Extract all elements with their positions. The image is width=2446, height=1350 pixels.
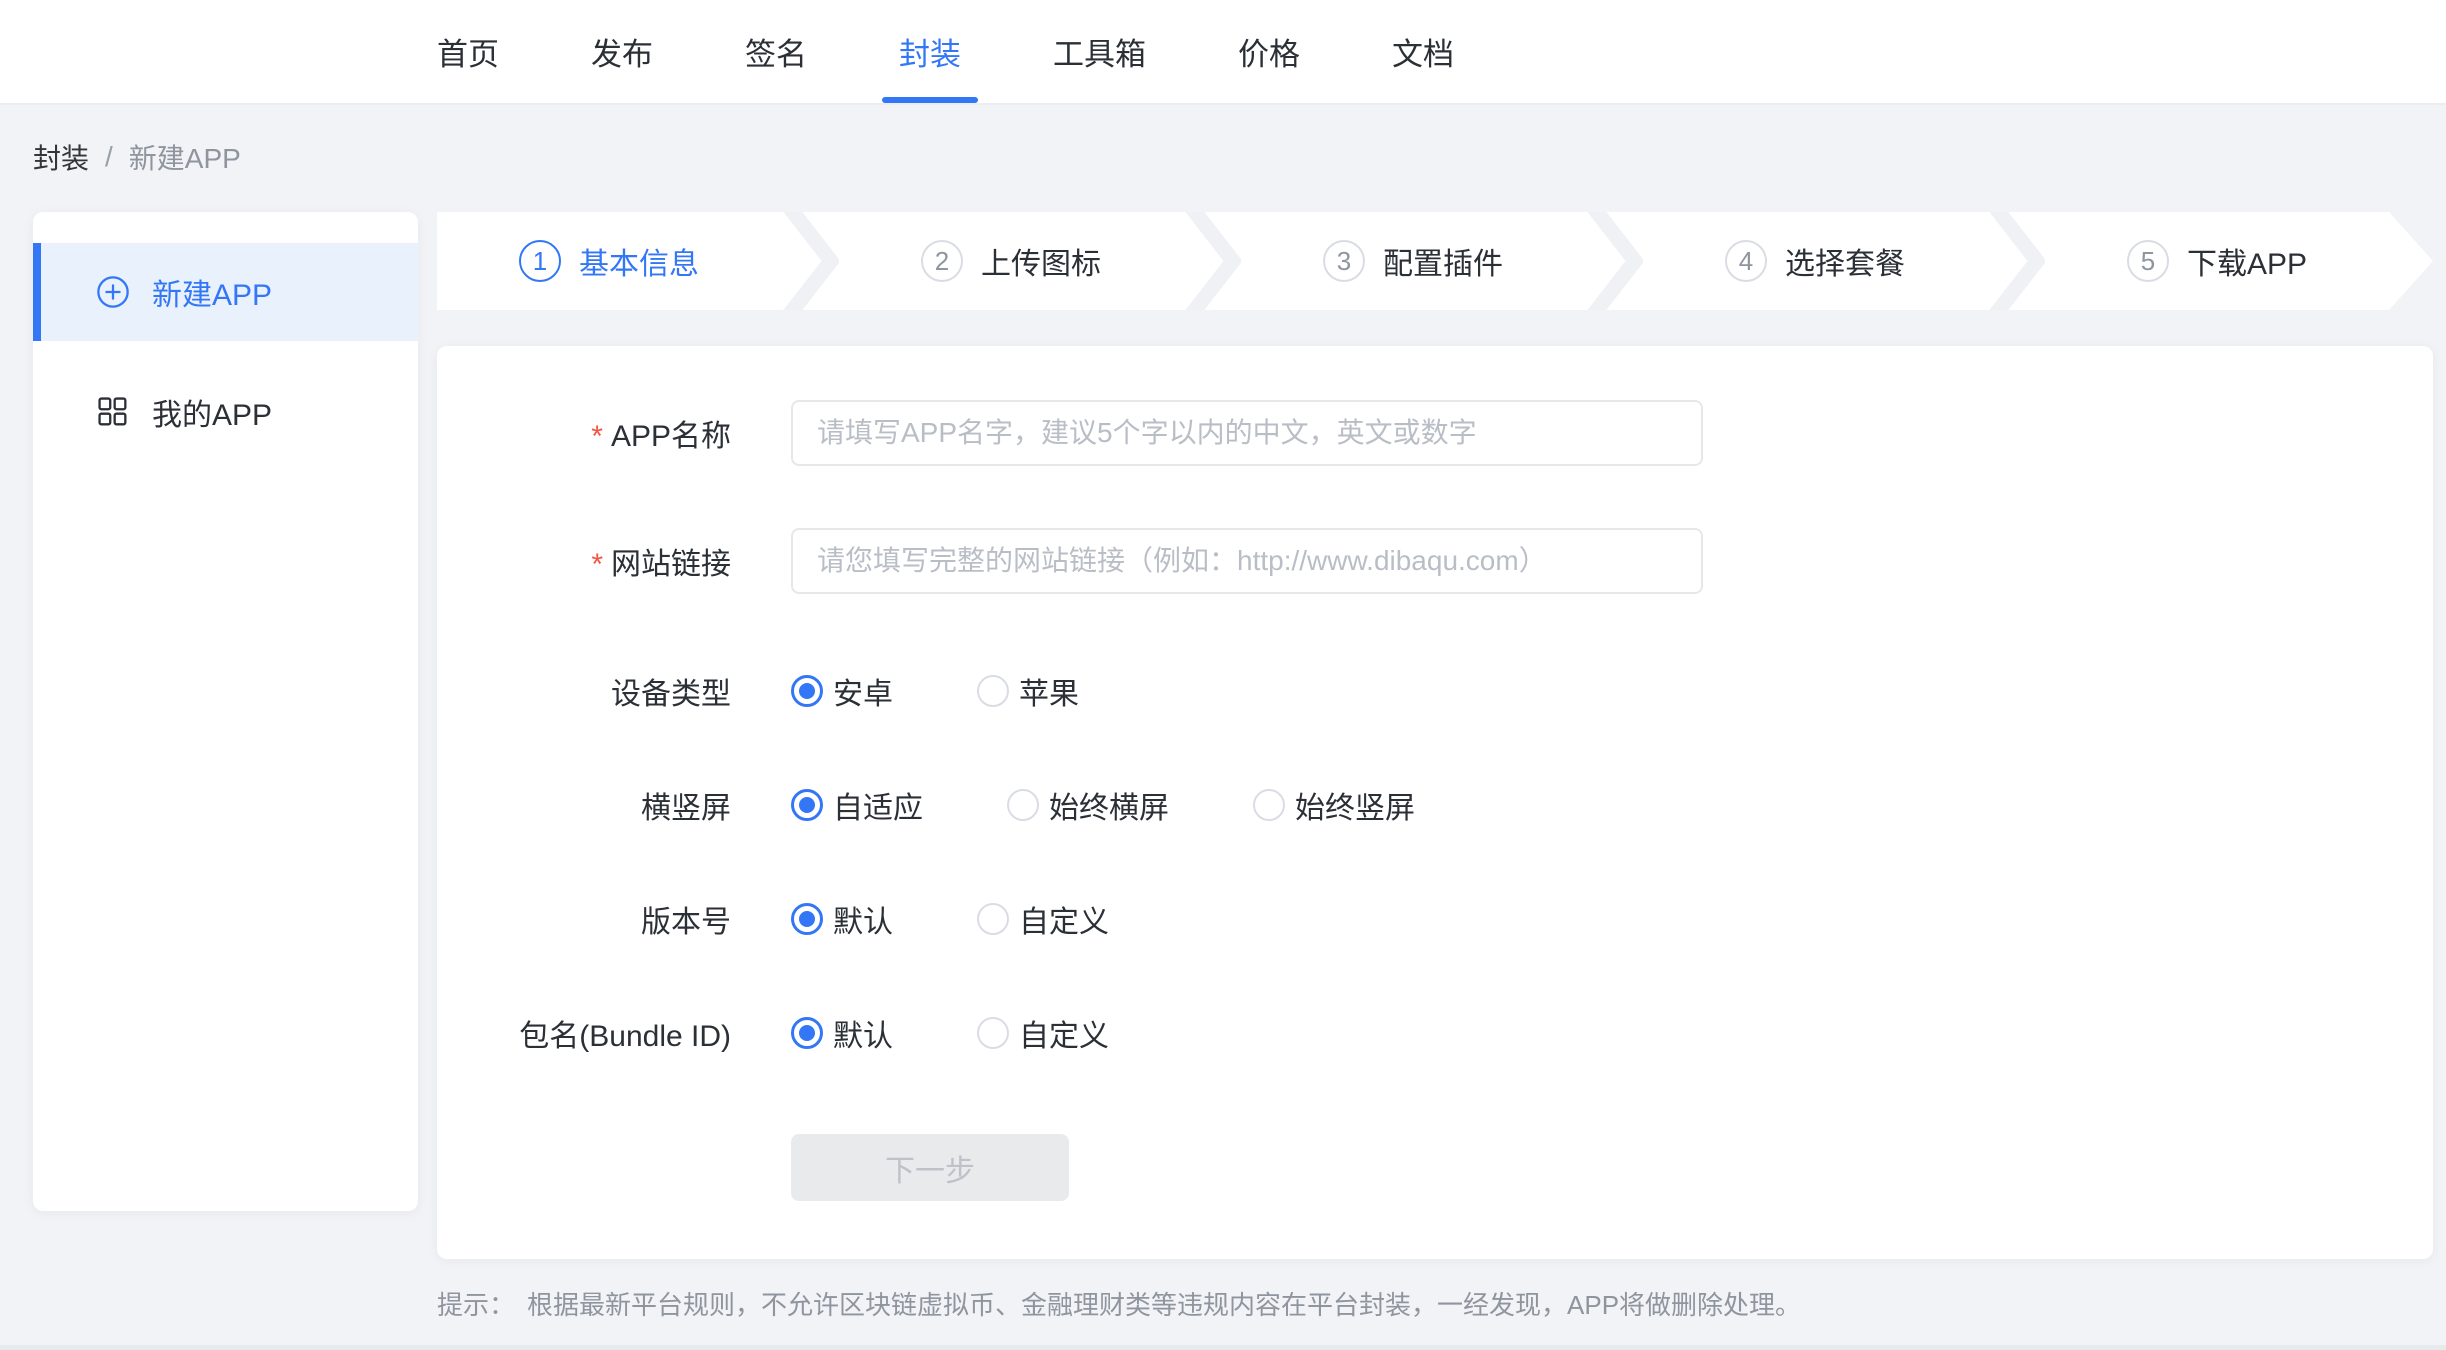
nav-item-toolbox[interactable]: 工具箱 <box>1053 0 1146 103</box>
radio-always-landscape[interactable]: 始终横屏 <box>1007 783 1169 827</box>
bundle-id-radio-group: 默认 自定义 <box>791 1011 1109 1055</box>
form-row-site-url: *网站链接 <box>437 528 2433 594</box>
radio-unselected-icon <box>1253 789 1285 821</box>
orientation-label: 横竖屏 <box>437 783 731 827</box>
radio-selected-icon <box>791 789 823 821</box>
step-number-badge: 2 <box>921 240 963 282</box>
top-header: 首页 发布 签名 封装 工具箱 价格 文档 <box>0 0 2446 105</box>
step-download-app: 5 下载APP <box>2045 212 2389 310</box>
step-upload-icon: 2 上传图标 <box>839 212 1183 310</box>
chevron-right-icon <box>1987 212 2045 310</box>
step-choose-plan: 4 选择套餐 <box>1643 212 1987 310</box>
radio-unselected-icon <box>1007 789 1039 821</box>
radio-selected-icon <box>791 903 823 935</box>
chevron-right-icon <box>1585 212 1643 310</box>
chevron-right-icon <box>781 212 839 310</box>
platform-rule-tip: 提示： 根据最新平台规则，不允许区块链虚拟币、金融理财类等违规内容在平台封装，一… <box>437 1285 2433 1322</box>
page-body: 新建APP 我的APP 1 基本信息 <box>0 212 2446 1322</box>
nav-item-docs[interactable]: 文档 <box>1392 0 1454 103</box>
nav-item-label: 发布 <box>591 29 653 74</box>
site-url-input[interactable] <box>791 528 1703 594</box>
radio-unselected-icon <box>977 675 1009 707</box>
app-name-input[interactable] <box>791 400 1703 466</box>
breadcrumb: 封装 / 新建APP <box>33 140 2446 174</box>
basic-info-form: *APP名称 *网站链接 设备类型 安卓 <box>437 346 2433 1259</box>
radio-bundle-custom[interactable]: 自定义 <box>977 1011 1109 1055</box>
radio-auto-orientation[interactable]: 自适应 <box>791 783 923 827</box>
step-number-badge: 5 <box>2127 240 2169 282</box>
nav-item-publish[interactable]: 发布 <box>591 0 653 103</box>
grid-icon <box>96 395 130 429</box>
plus-circle-icon <box>96 275 130 309</box>
version-label: 版本号 <box>437 897 731 941</box>
radio-unselected-icon <box>977 903 1009 935</box>
orientation-radio-group: 自适应 始终横屏 始终竖屏 <box>791 783 1415 827</box>
site-url-label: *网站链接 <box>437 539 731 583</box>
next-step-button[interactable]: 下一步 <box>791 1134 1069 1201</box>
bottom-edge-divider <box>0 1345 2446 1350</box>
steps-bar: 1 基本信息 2 上传图标 3 配置插件 <box>437 212 2389 310</box>
bundle-id-label: 包名(Bundle ID) <box>437 1011 731 1055</box>
breadcrumb-current: 新建APP <box>129 137 241 177</box>
sidebar-item-my-apps[interactable]: 我的APP <box>33 363 418 461</box>
step-number-badge: 4 <box>1725 240 1767 282</box>
step-basic-info: 1 基本信息 <box>437 212 781 310</box>
form-row-app-name: *APP名称 <box>437 400 2433 466</box>
nav-item-label: 封装 <box>899 29 961 74</box>
breadcrumb-separator: / <box>105 141 113 173</box>
form-row-device-type: 设备类型 安卓 苹果 <box>437 674 2433 708</box>
active-tab-underline <box>882 97 978 103</box>
nav-item-label: 首页 <box>437 29 499 74</box>
tip-prefix: 提示： <box>437 1285 515 1322</box>
step-label: 下载APP <box>2187 239 2307 283</box>
radio-android[interactable]: 安卓 <box>791 669 893 713</box>
radio-selected-icon <box>791 1017 823 1049</box>
nav-item-label: 签名 <box>745 29 807 74</box>
radio-bundle-default[interactable]: 默认 <box>791 1011 893 1055</box>
sidebar: 新建APP 我的APP <box>33 212 418 1211</box>
radio-always-portrait[interactable]: 始终竖屏 <box>1253 783 1415 827</box>
step-label: 选择套餐 <box>1785 239 1905 283</box>
nav-item-package[interactable]: 封装 <box>899 0 961 103</box>
radio-ios[interactable]: 苹果 <box>977 669 1079 713</box>
step-number-badge: 1 <box>519 240 561 282</box>
form-actions: 下一步 <box>437 1134 2433 1201</box>
nav-item-label: 价格 <box>1238 29 1300 74</box>
required-asterisk: * <box>591 548 603 581</box>
app-name-label: *APP名称 <box>437 411 731 455</box>
nav-item-sign[interactable]: 签名 <box>745 0 807 103</box>
steps-wizard: 1 基本信息 2 上传图标 3 配置插件 <box>437 212 2389 310</box>
sidebar-item-label: 我的APP <box>152 390 272 434</box>
radio-version-custom[interactable]: 自定义 <box>977 897 1109 941</box>
form-row-bundle-id: 包名(Bundle ID) 默认 自定义 <box>437 1016 2433 1050</box>
form-row-orientation: 横竖屏 自适应 始终横屏 始终竖屏 <box>437 788 2433 822</box>
nav-item-label: 文档 <box>1392 29 1454 74</box>
breadcrumb-section[interactable]: 封装 <box>33 137 89 177</box>
chevron-right-icon <box>1183 212 1241 310</box>
radio-version-default[interactable]: 默认 <box>791 897 893 941</box>
nav-item-label: 工具箱 <box>1053 29 1146 74</box>
device-type-radio-group: 安卓 苹果 <box>791 669 1079 713</box>
step-configure-plugins: 3 配置插件 <box>1241 212 1585 310</box>
step-number-badge: 3 <box>1323 240 1365 282</box>
radio-selected-icon <box>791 675 823 707</box>
nav-item-pricing[interactable]: 价格 <box>1238 0 1300 103</box>
nav-item-home[interactable]: 首页 <box>437 0 499 103</box>
radio-unselected-icon <box>977 1017 1009 1049</box>
sidebar-item-new-app[interactable]: 新建APP <box>33 243 418 341</box>
required-asterisk: * <box>591 420 603 453</box>
step-label: 基本信息 <box>579 239 699 283</box>
step-label: 上传图标 <box>981 239 1101 283</box>
step-label: 配置插件 <box>1383 239 1503 283</box>
sidebar-item-label: 新建APP <box>152 270 272 314</box>
device-type-label: 设备类型 <box>437 669 731 713</box>
form-row-version: 版本号 默认 自定义 <box>437 902 2433 936</box>
version-radio-group: 默认 自定义 <box>791 897 1109 941</box>
main-panel: 1 基本信息 2 上传图标 3 配置插件 <box>437 212 2433 1322</box>
tip-text: 根据最新平台规则，不允许区块链虚拟币、金融理财类等违规内容在平台封装，一经发现，… <box>527 1285 1801 1322</box>
main-nav: 首页 发布 签名 封装 工具箱 价格 文档 <box>437 0 1454 103</box>
